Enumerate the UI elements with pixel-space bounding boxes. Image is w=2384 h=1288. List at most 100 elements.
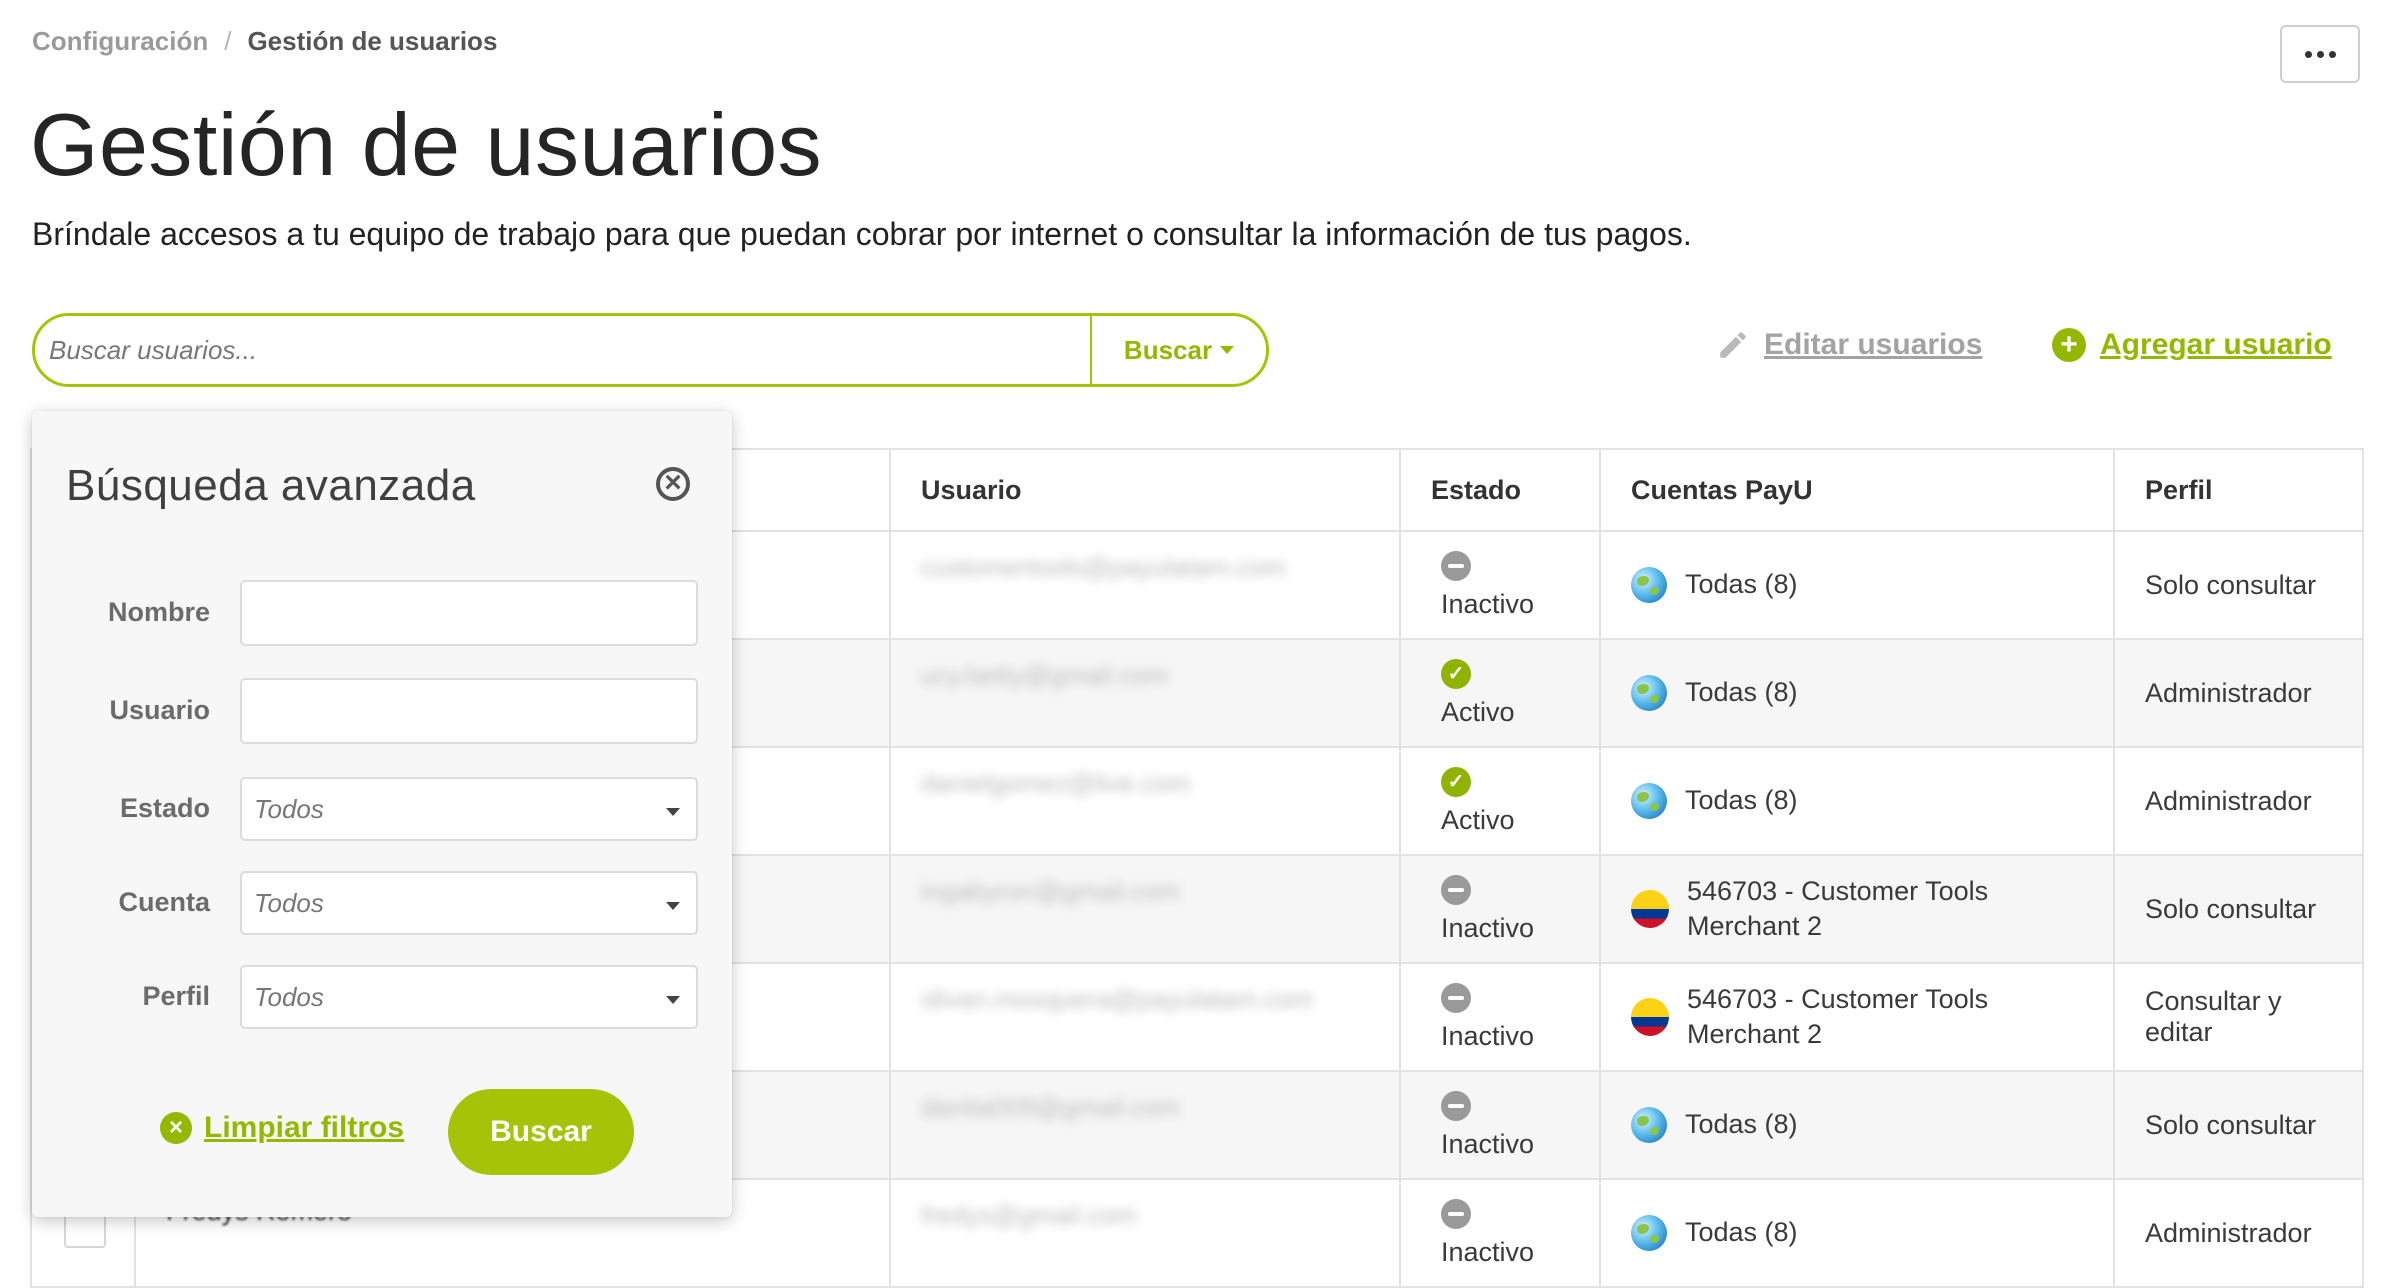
usuario-input[interactable]	[240, 678, 698, 744]
email-cell: slivan.mosquera@payulatam.com	[889, 962, 1401, 1072]
search-bar: Buscar	[32, 313, 1269, 387]
perfil-select-value: Todos	[254, 981, 324, 1012]
search-input[interactable]	[35, 316, 1090, 384]
colombia-flag-icon	[1631, 890, 1669, 928]
clear-filters-label: Limpiar filtros	[204, 1111, 405, 1144]
account-text: Todas (8)	[1685, 785, 1798, 816]
account-cell: 546703 - Customer Tools Merchant 2	[1599, 854, 2115, 964]
account-text: 546703 - Customer Tools Merchant 2	[1687, 875, 1989, 941]
email-cell: fredys@gmail.com	[889, 1178, 1401, 1288]
nombre-input[interactable]	[240, 580, 698, 646]
advanced-search-panel: Búsqueda avanzada Nombre Usuario Estado …	[32, 411, 732, 1217]
colombia-flag-icon	[1631, 998, 1669, 1036]
more-options-button[interactable]	[2280, 25, 2360, 83]
email-cell: ucy.betty@gmail.com	[889, 638, 1401, 748]
header-cuentas[interactable]: Cuentas PayU	[1599, 448, 2115, 532]
profile-cell: Solo consultar	[2113, 530, 2364, 640]
globe-icon	[1631, 783, 1667, 819]
status-text: Inactivo	[1441, 1128, 1535, 1159]
breadcrumb-parent-link[interactable]: Configuración	[32, 26, 208, 56]
check-circle-icon: ✓	[1441, 766, 1471, 797]
status-cell: Inactivo	[1399, 962, 1601, 1072]
header-estado[interactable]: Estado	[1399, 448, 1601, 532]
account-text: 546703 - Customer Tools Merchant 2	[1687, 983, 1989, 1049]
inactive-status-icon	[1441, 982, 1471, 1013]
user-email: ingabyron@gmail.com	[921, 875, 1181, 906]
status-cell: Inactivo	[1399, 1178, 1601, 1288]
email-cell: danita009@gmail.com	[889, 1070, 1401, 1180]
status-cell: ✓ Activo	[1399, 746, 1601, 856]
perfil-select[interactable]: Todos	[240, 965, 698, 1029]
inactive-status-icon	[1441, 874, 1471, 905]
status-text: Inactivo	[1441, 1236, 1535, 1267]
globe-icon	[1631, 1215, 1667, 1251]
perfil-label: Perfil	[142, 981, 210, 1011]
advanced-search-title: Búsqueda avanzada	[66, 461, 476, 510]
page-description: Bríndale accesos a tu equipo de trabajo …	[32, 216, 1692, 252]
caret-down-icon	[666, 902, 680, 910]
estado-select-value: Todos	[254, 793, 324, 824]
status-cell: Inactivo	[1399, 530, 1601, 640]
pencil-icon	[1720, 332, 1746, 358]
nombre-label: Nombre	[107, 597, 210, 627]
cuenta-select-value: Todos	[254, 887, 324, 918]
breadcrumb: Configuración / Gestión de usuarios	[32, 26, 497, 57]
user-email: fredys@gmail.com	[921, 1199, 1137, 1230]
profile-cell: Administrador	[2113, 746, 2364, 856]
user-email: customertools@payulatam.com	[921, 551, 1286, 582]
header-perfil[interactable]: Perfil	[2113, 448, 2364, 532]
account-text: Todas (8)	[1685, 569, 1798, 600]
profile-cell: Consultar y editar	[2113, 962, 2364, 1072]
estado-label: Estado	[119, 793, 210, 823]
breadcrumb-current: Gestión de usuarios	[247, 26, 498, 56]
ellipsis-icon-dot	[2316, 50, 2324, 58]
status-cell: Inactivo	[1399, 854, 1601, 964]
search-button-label: Buscar	[1123, 334, 1213, 365]
edit-users-link[interactable]: Editar usuarios	[1716, 328, 1982, 362]
cuenta-label: Cuenta	[118, 887, 210, 917]
user-email: danita009@gmail.com	[921, 1091, 1181, 1122]
caret-down-icon	[1220, 346, 1235, 354]
account-cell: Todas (8)	[1599, 746, 2115, 856]
status-text: Activo	[1441, 696, 1515, 727]
status-text: Activo	[1441, 804, 1515, 835]
account-cell: Todas (8)	[1599, 638, 2115, 748]
profile-cell: Administrador	[2113, 1178, 2364, 1288]
account-cell: 546703 - Customer Tools Merchant 2	[1599, 962, 2115, 1072]
cuenta-select[interactable]: Todos	[240, 871, 698, 935]
usuario-label: Usuario	[109, 695, 210, 725]
account-cell: Todas (8)	[1599, 1178, 2115, 1288]
status-text: Inactivo	[1441, 912, 1535, 943]
check-circle-icon: ✓	[1441, 658, 1471, 689]
status-text: Inactivo	[1441, 588, 1535, 619]
status-text: Inactivo	[1441, 1020, 1535, 1051]
ellipsis-icon	[2304, 50, 2312, 58]
inactive-status-icon	[1441, 1198, 1471, 1229]
globe-icon	[1631, 567, 1667, 603]
status-cell: Inactivo	[1399, 1070, 1601, 1180]
x-circle-icon: ×	[160, 1112, 192, 1144]
globe-icon	[1631, 1107, 1667, 1143]
ellipsis-icon-dot	[2328, 50, 2336, 58]
profile-cell: Solo consultar	[2113, 854, 2364, 964]
header-usuario[interactable]: Usuario	[889, 448, 1401, 532]
user-email: slivan.mosquera@payulatam.com	[921, 983, 1314, 1014]
profile-cell: Administrador	[2113, 638, 2364, 748]
globe-icon	[1631, 675, 1667, 711]
status-cell: ✓ Activo	[1399, 638, 1601, 748]
user-email: danielgomez@live.com	[921, 767, 1191, 798]
email-cell: danielgomez@live.com	[889, 746, 1401, 856]
user-email: ucy.betty@gmail.com	[921, 659, 1168, 690]
search-dropdown-button[interactable]: Buscar	[1090, 316, 1266, 384]
account-text: Todas (8)	[1685, 677, 1798, 708]
clear-filters-link[interactable]: × Limpiar filtros	[160, 1111, 404, 1145]
add-user-link[interactable]: + Agregar usuario	[2052, 328, 2332, 362]
advanced-search-button[interactable]: Buscar	[448, 1089, 634, 1175]
account-text: Todas (8)	[1685, 1217, 1798, 1248]
caret-down-icon	[666, 808, 680, 816]
breadcrumb-separator: /	[224, 26, 232, 56]
close-icon[interactable]	[656, 467, 690, 501]
estado-select[interactable]: Todos	[240, 777, 698, 841]
profile-cell: Solo consultar	[2113, 1070, 2364, 1180]
inactive-status-icon	[1441, 550, 1471, 581]
